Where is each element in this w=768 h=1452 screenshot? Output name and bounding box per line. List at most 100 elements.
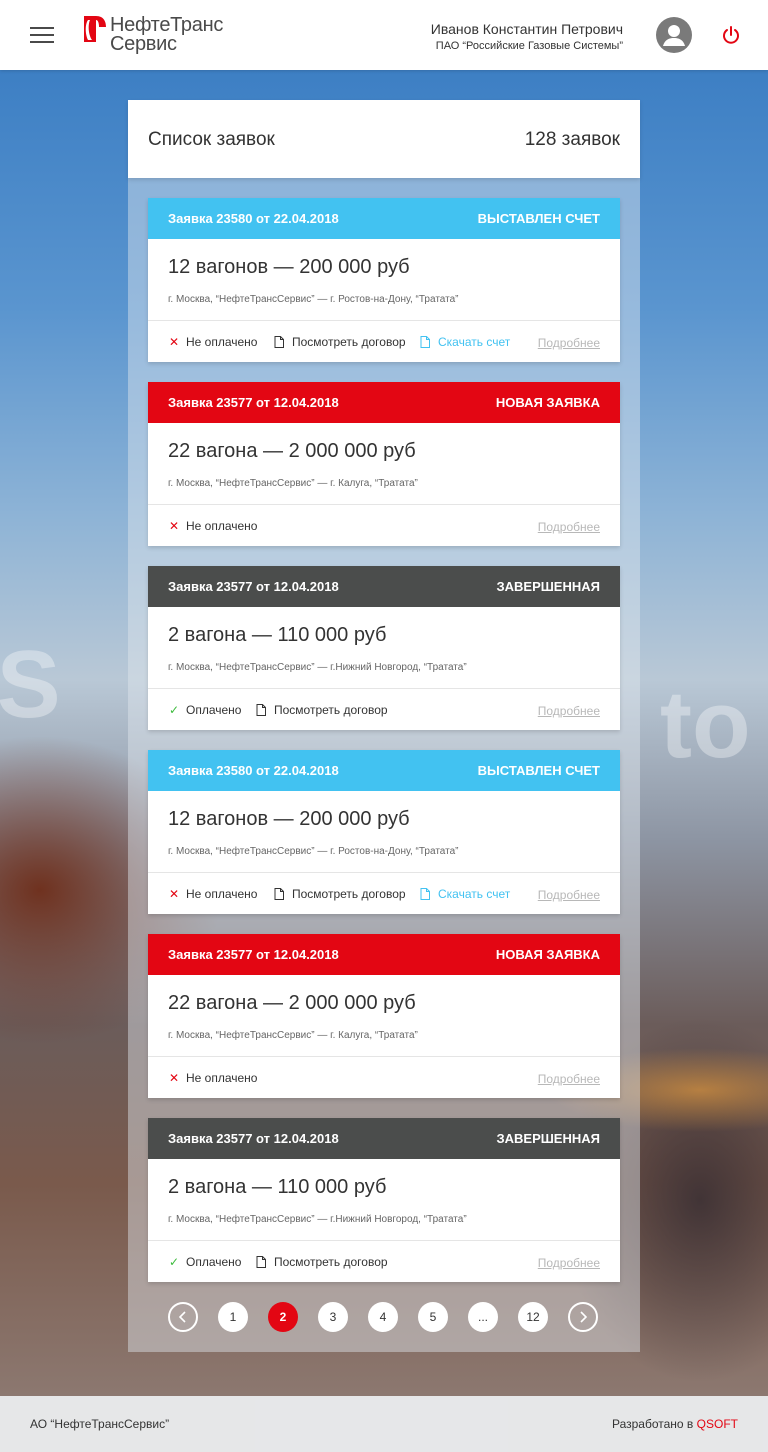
order-card[interactable]: Заявка 23580 от 22.04.2018 ВЫСТАВЛЕН СЧЕ…	[148, 750, 620, 914]
order-card[interactable]: Заявка 23577 от 12.04.2018 НОВАЯ ЗАЯВКА …	[148, 382, 620, 546]
order-route: г. Москва, “НефтеТрансСервис” — г. Калуг…	[168, 478, 418, 489]
order-sum: 12 вагонов — 200 000 руб	[168, 808, 410, 830]
check-icon: ✓	[168, 1255, 180, 1269]
page-footer: АО “НефтеТрансСервис” Разработано в QSOF…	[0, 1396, 768, 1452]
page-button[interactable]: 1	[218, 1302, 248, 1332]
download-invoice-link[interactable]: Скачать счет	[420, 335, 510, 349]
page-button[interactable]: 4	[368, 1302, 398, 1332]
view-contract-link[interactable]: Посмотреть договор	[274, 335, 406, 349]
orders-panel: Список заявок 128 заявок Заявка 23580 от…	[128, 100, 640, 1352]
status-badge: ЗАВЕРШЕННАЯ	[496, 1131, 600, 1146]
view-contract-label: Посмотреть договор	[274, 703, 388, 717]
user-name: Иванов Константин Петрович	[430, 21, 623, 37]
order-sum: 2 вагона — 110 000 руб	[168, 624, 387, 646]
cross-icon: ✕	[168, 519, 180, 533]
order-card[interactable]: Заявка 23580 от 22.04.2018 ВЫСТАВЛЕН СЧЕ…	[148, 198, 620, 362]
order-card-footer: ✕ Не оплачено Подробнее	[148, 1056, 620, 1098]
panel-header: Список заявок 128 заявок	[128, 100, 640, 178]
cross-icon: ✕	[168, 1071, 180, 1085]
payment-status-label: Оплачено	[186, 1255, 242, 1269]
download-invoice-label: Скачать счет	[438, 335, 511, 349]
order-card-header: Заявка 23580 от 22.04.2018 ВЫСТАВЛЕН СЧЕ…	[148, 750, 620, 791]
order-title: Заявка 23577 от 12.04.2018	[168, 395, 339, 410]
order-card-header: Заявка 23580 от 22.04.2018 ВЫСТАВЛЕН СЧЕ…	[148, 198, 620, 239]
download-invoice-link[interactable]: Скачать счет	[420, 887, 510, 901]
page-button-last[interactable]: 12	[518, 1302, 548, 1332]
payment-status-label: Не оплачено	[186, 1071, 258, 1085]
view-contract-label: Посмотреть договор	[292, 335, 406, 349]
document-icon	[274, 336, 284, 348]
document-icon	[420, 336, 430, 348]
details-link[interactable]: Подробнее	[538, 704, 600, 718]
chevron-right-icon[interactable]	[568, 1302, 598, 1332]
view-contract-label: Посмотреть договор	[274, 1255, 388, 1269]
document-icon	[256, 704, 266, 716]
payment-status-label: Не оплачено	[186, 887, 258, 901]
order-sum: 2 вагона — 110 000 руб	[168, 1176, 387, 1198]
footer-developer-prefix: Разработано в	[611, 1417, 694, 1431]
order-sum: 12 вагонов — 200 000 руб	[168, 256, 410, 278]
payment-status: ✓ Оплачено	[168, 1255, 242, 1269]
logo-mark-icon	[84, 16, 106, 42]
order-route: г. Москва, “НефтеТрансСервис” — г. Росто…	[168, 846, 459, 857]
page-button[interactable]: 5	[418, 1302, 448, 1332]
power-icon[interactable]	[720, 24, 742, 46]
payment-status-label: Не оплачено	[186, 519, 258, 533]
page-ellipsis[interactable]: ...	[468, 1302, 498, 1332]
view-contract-link[interactable]: Посмотреть договор	[274, 887, 406, 901]
details-link[interactable]: Подробнее	[538, 1256, 600, 1270]
page-button-current[interactable]: 2	[268, 1302, 298, 1332]
payment-status: ✕ Не оплачено	[168, 335, 258, 349]
details-link[interactable]: Подробнее	[538, 888, 600, 902]
developer-link[interactable]: QSOFT	[697, 1417, 738, 1431]
company-logo[interactable]: НефтеТранс Сервис	[82, 14, 232, 58]
details-link[interactable]: Подробнее	[538, 336, 600, 350]
order-title: Заявка 23580 от 22.04.2018	[168, 211, 339, 226]
hamburger-icon[interactable]	[30, 27, 54, 44]
status-badge: НОВАЯ ЗАЯВКА	[495, 395, 600, 410]
status-badge: ВЫСТАВЛЕН СЧЕТ	[477, 763, 600, 778]
view-contract-link[interactable]: Посмотреть договор	[256, 703, 388, 717]
page-button[interactable]: 3	[318, 1302, 348, 1332]
details-link[interactable]: Подробнее	[538, 520, 600, 534]
payment-status: ✕ Не оплачено	[168, 887, 258, 901]
order-route: г. Москва, “НефтеТрансСервис” — г.Нижний…	[168, 662, 467, 673]
document-icon	[256, 1256, 266, 1268]
chevron-left-icon[interactable]	[168, 1302, 198, 1332]
order-card-header: Заявка 23577 от 12.04.2018 ЗАВЕРШЕННАЯ	[148, 1118, 620, 1159]
status-badge: НОВАЯ ЗАЯВКА	[495, 947, 600, 962]
order-card-footer: ✓ Оплачено Посмотреть договор Подробнее	[148, 688, 620, 730]
view-contract-link[interactable]: Посмотреть договор	[256, 1255, 388, 1269]
user-info: Иванов Константин Петрович ПАО “Российск…	[431, 21, 623, 53]
order-card-header: Заявка 23577 от 12.04.2018 ЗАВЕРШЕННАЯ	[148, 566, 620, 607]
details-link[interactable]: Подробнее	[538, 1072, 600, 1086]
background-decoration-right: to	[660, 671, 751, 778]
document-icon	[274, 888, 284, 900]
order-route: г. Москва, “НефтеТрансСервис” — г.Нижний…	[168, 1214, 467, 1225]
user-organization: ПАО “Российские Газовые Системы”	[435, 40, 623, 52]
order-card-footer: ✕ Не оплачено Подробнее	[148, 504, 620, 546]
order-card[interactable]: Заявка 23577 от 12.04.2018 НОВАЯ ЗАЯВКА …	[148, 934, 620, 1098]
cross-icon: ✕	[168, 887, 180, 901]
order-card[interactable]: Заявка 23577 от 12.04.2018 ЗАВЕРШЕННАЯ 2…	[148, 566, 620, 730]
cross-icon: ✕	[168, 335, 180, 349]
background-decoration: iS	[0, 631, 61, 738]
order-card-header: Заявка 23577 от 12.04.2018 НОВАЯ ЗАЯВКА	[148, 934, 620, 975]
order-card-header: Заявка 23577 от 12.04.2018 НОВАЯ ЗАЯВКА	[148, 382, 620, 423]
logo-text: НефтеТранс Сервис	[110, 15, 223, 54]
payment-status: ✓ Оплачено	[168, 703, 242, 717]
user-avatar-icon[interactable]	[656, 17, 692, 53]
order-sum: 22 вагона — 2 000 000 руб	[168, 440, 416, 462]
order-title: Заявка 23577 от 12.04.2018	[168, 1131, 339, 1146]
order-route: г. Москва, “НефтеТрансСервис” — г. Росто…	[168, 294, 459, 305]
download-invoice-label: Скачать счет	[438, 887, 511, 901]
order-sum: 22 вагона — 2 000 000 руб	[168, 992, 416, 1014]
payment-status-label: Оплачено	[186, 703, 242, 717]
order-card-footer: ✓ Оплачено Посмотреть договор Подробнее	[148, 1240, 620, 1282]
order-card[interactable]: Заявка 23577 от 12.04.2018 ЗАВЕРШЕННАЯ 2…	[148, 1118, 620, 1282]
order-title: Заявка 23580 от 22.04.2018	[168, 763, 339, 778]
order-card-footer: ✕ Не оплачено Посмотреть договор Скачать…	[148, 320, 620, 362]
footer-developer: Разработано в QSOFT	[612, 1417, 738, 1431]
pagination: 1 2 3 4 5 ... 12	[168, 1302, 600, 1332]
order-route: г. Москва, “НефтеТрансСервис” — г. Калуг…	[168, 1030, 418, 1041]
